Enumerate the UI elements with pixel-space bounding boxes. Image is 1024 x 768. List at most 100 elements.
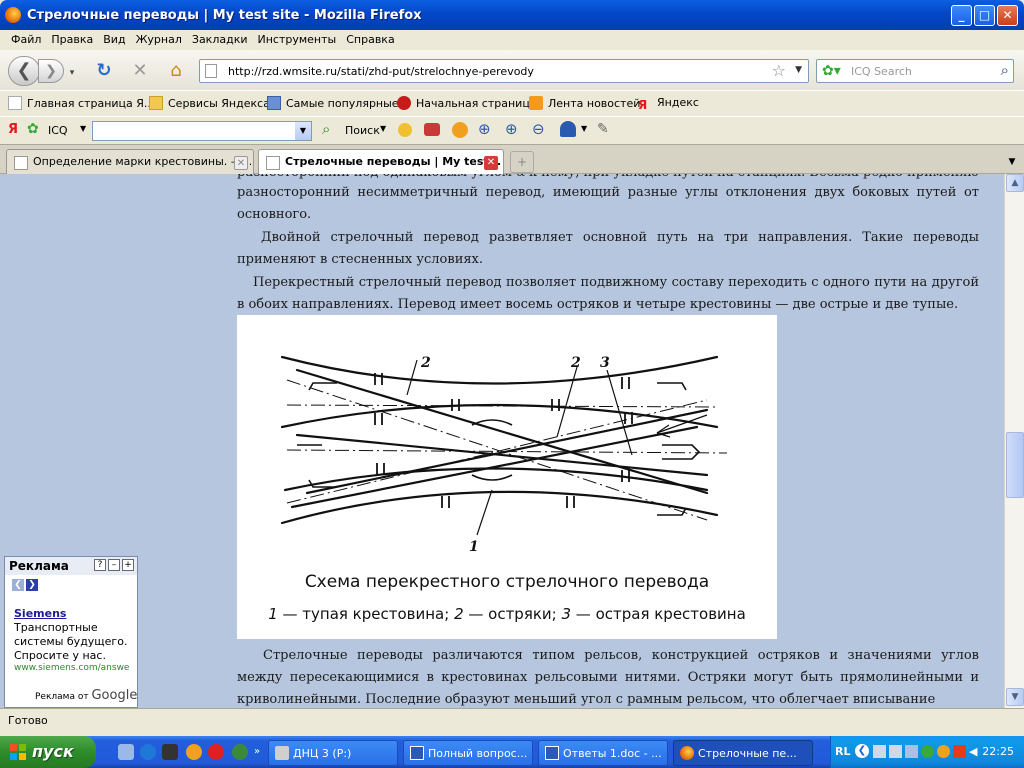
bookmark-news-feed[interactable]: Лента новостей: [529, 96, 640, 110]
search-box[interactable]: ✿▾ ICQ Search ⌕: [816, 59, 1014, 83]
task-answers-doc[interactable]: Ответы 1.doc - ...: [538, 740, 668, 766]
forward-button[interactable]: ❯: [38, 59, 64, 83]
ad-expand-icon[interactable]: +: [122, 559, 134, 571]
ad-google-logo: Google: [91, 688, 138, 703]
icq-status-icon[interactable]: [921, 745, 934, 758]
bookmark-start-page[interactable]: Начальная страница: [397, 96, 537, 110]
search-icon[interactable]: ⌕: [1001, 61, 1009, 79]
bookmark-yandex[interactable]: Я Яндекс: [638, 96, 699, 112]
home-icon[interactable]: ⌂: [162, 57, 190, 85]
window-title: Стрелочные переводы | My test site - Moz…: [27, 8, 422, 23]
task-label: Полный вопрос...: [428, 747, 528, 760]
minimize-button[interactable]: _: [951, 5, 972, 26]
tray-app-icon[interactable]: [937, 745, 950, 758]
url-dropdown-icon[interactable]: ▼: [795, 65, 802, 75]
task-firefox[interactable]: Стрелочные пе...: [673, 740, 813, 766]
menu-edit[interactable]: Правка: [46, 30, 98, 46]
windows-taskbar: пуск » ДНЦ 3 (P:) Полный вопрос... Ответ…: [0, 736, 1024, 768]
icq-dropdown-icon[interactable]: ▼: [80, 124, 86, 133]
antivirus-icon[interactable]: [953, 745, 966, 758]
back-button[interactable]: ❮: [8, 56, 40, 86]
zoom-out-icon[interactable]: ⊖: [532, 120, 545, 138]
network-icon[interactable]: [889, 745, 902, 758]
menu-tools[interactable]: Инструменты: [253, 30, 342, 46]
ad-help-icon[interactable]: ?: [94, 559, 106, 571]
start-button[interactable]: пуск: [0, 736, 96, 768]
ad-line-1: Транспортные: [14, 621, 98, 634]
tab-marka-krestoviny[interactable]: Определение марки крестовины. — ... ✕: [6, 149, 254, 175]
zoom-in-icon[interactable]: ⊕: [505, 120, 518, 138]
ad-prev-icon[interactable]: ❮: [12, 579, 24, 591]
ad-brand-link[interactable]: Siemens: [14, 607, 66, 620]
highlight-icon[interactable]: ✎: [597, 121, 609, 137]
weather-icon[interactable]: [398, 123, 412, 137]
tab-strelochnye-perevody[interactable]: Стрелочные переводы | My test... ✕: [258, 149, 504, 176]
media-icon[interactable]: [162, 744, 178, 760]
ad-next-icon[interactable]: ❯: [26, 579, 38, 591]
network-icon[interactable]: [873, 745, 886, 758]
yandex-logo[interactable]: Я: [8, 122, 18, 137]
bookmark-label: Самые популярные: [286, 97, 399, 110]
menu-file[interactable]: Файл: [6, 30, 46, 46]
yandex-search-input[interactable]: ▼: [92, 121, 312, 141]
task-full-question[interactable]: Полный вопрос...: [403, 740, 533, 766]
user-icon[interactable]: [560, 121, 576, 137]
start-page-icon: [397, 96, 411, 110]
traffic-icon[interactable]: [424, 123, 440, 136]
clock: 22:25: [982, 745, 1014, 758]
menu-bookmarks[interactable]: Закладки: [187, 30, 253, 46]
page-icon: [14, 156, 28, 170]
vertical-scrollbar[interactable]: ▲ ▼: [1004, 174, 1024, 708]
app-icon[interactable]: [186, 744, 202, 760]
reload-icon[interactable]: ↻: [90, 57, 118, 85]
stop-icon[interactable]: ✕: [126, 57, 154, 85]
menu-history[interactable]: Журнал: [131, 30, 187, 46]
bookmark-yandex-home[interactable]: Главная страница Я...: [8, 96, 154, 110]
bookmark-label: Начальная страница: [416, 97, 537, 110]
maximize-button[interactable]: □: [974, 5, 995, 26]
scroll-down-icon[interactable]: ▼: [1006, 688, 1024, 706]
quicklaunch-expand-icon[interactable]: »: [252, 744, 262, 760]
language-indicator[interactable]: RL: [835, 745, 850, 758]
menu-view[interactable]: Вид: [98, 30, 130, 46]
history-dropdown-icon[interactable]: ▾: [64, 59, 80, 87]
close-tab-icon[interactable]: ✕: [234, 156, 248, 170]
tray-collapse-icon[interactable]: ❮: [855, 744, 869, 758]
show-desktop-icon[interactable]: [118, 744, 134, 760]
crossover-switch-figure: 2 2 3 1 Схема перекрестного стрелочного …: [237, 315, 777, 639]
menu-help[interactable]: Справка: [341, 30, 399, 46]
search-icon[interactable]: ⌕: [322, 120, 330, 138]
app-icon[interactable]: [232, 744, 248, 760]
user-dropdown-icon[interactable]: ▼: [581, 124, 587, 133]
ad-url[interactable]: www.siemens.com/answe: [14, 663, 134, 673]
scroll-thumb[interactable]: [1006, 432, 1024, 498]
new-tab-button[interactable]: +: [510, 151, 534, 173]
task-label: ДНЦ 3 (P:): [293, 747, 352, 760]
task-dnc[interactable]: ДНЦ 3 (P:): [268, 740, 398, 766]
mask-icon[interactable]: [452, 122, 468, 138]
search-dropdown-icon[interactable]: ▼: [295, 122, 311, 140]
scroll-up-icon[interactable]: ▲: [1006, 174, 1024, 192]
window-titlebar[interactable]: Стрелочные переводы | My test site - Moz…: [0, 0, 1024, 30]
close-tab-icon[interactable]: ✕: [484, 156, 498, 170]
ad-minimize-icon[interactable]: –: [108, 559, 120, 571]
tab-strip: Определение марки крестовины. — ... ✕ Ст…: [0, 144, 1024, 176]
bookmark-label: Яндекс: [657, 96, 699, 109]
display-icon[interactable]: [905, 745, 918, 758]
bookmark-yandex-services[interactable]: Сервисы Яндекса: [149, 96, 270, 110]
search-options-icon[interactable]: ▼: [380, 124, 386, 133]
label-2-left: 2: [420, 355, 431, 371]
volume-icon[interactable]: ◀: [969, 745, 982, 758]
tab-list-icon[interactable]: ▼: [1003, 151, 1021, 173]
close-window-button[interactable]: ✕: [997, 5, 1018, 26]
bookmark-star-icon[interactable]: ☆: [772, 61, 786, 80]
url-text[interactable]: http://rzd.wmsite.ru/stati/zhd-put/strel…: [228, 65, 534, 78]
zoom-icon[interactable]: ⊕: [478, 120, 491, 138]
icq-label[interactable]: ICQ: [48, 124, 68, 137]
internet-explorer-icon[interactable]: [140, 744, 156, 760]
opera-icon[interactable]: [208, 744, 224, 760]
address-bar[interactable]: http://rzd.wmsite.ru/stati/zhd-put/strel…: [199, 59, 809, 83]
search-button[interactable]: Поиск: [345, 124, 380, 137]
icq-flower-icon[interactable]: ✿▾: [822, 63, 841, 79]
bookmark-popular[interactable]: Самые популярные: [267, 96, 399, 110]
